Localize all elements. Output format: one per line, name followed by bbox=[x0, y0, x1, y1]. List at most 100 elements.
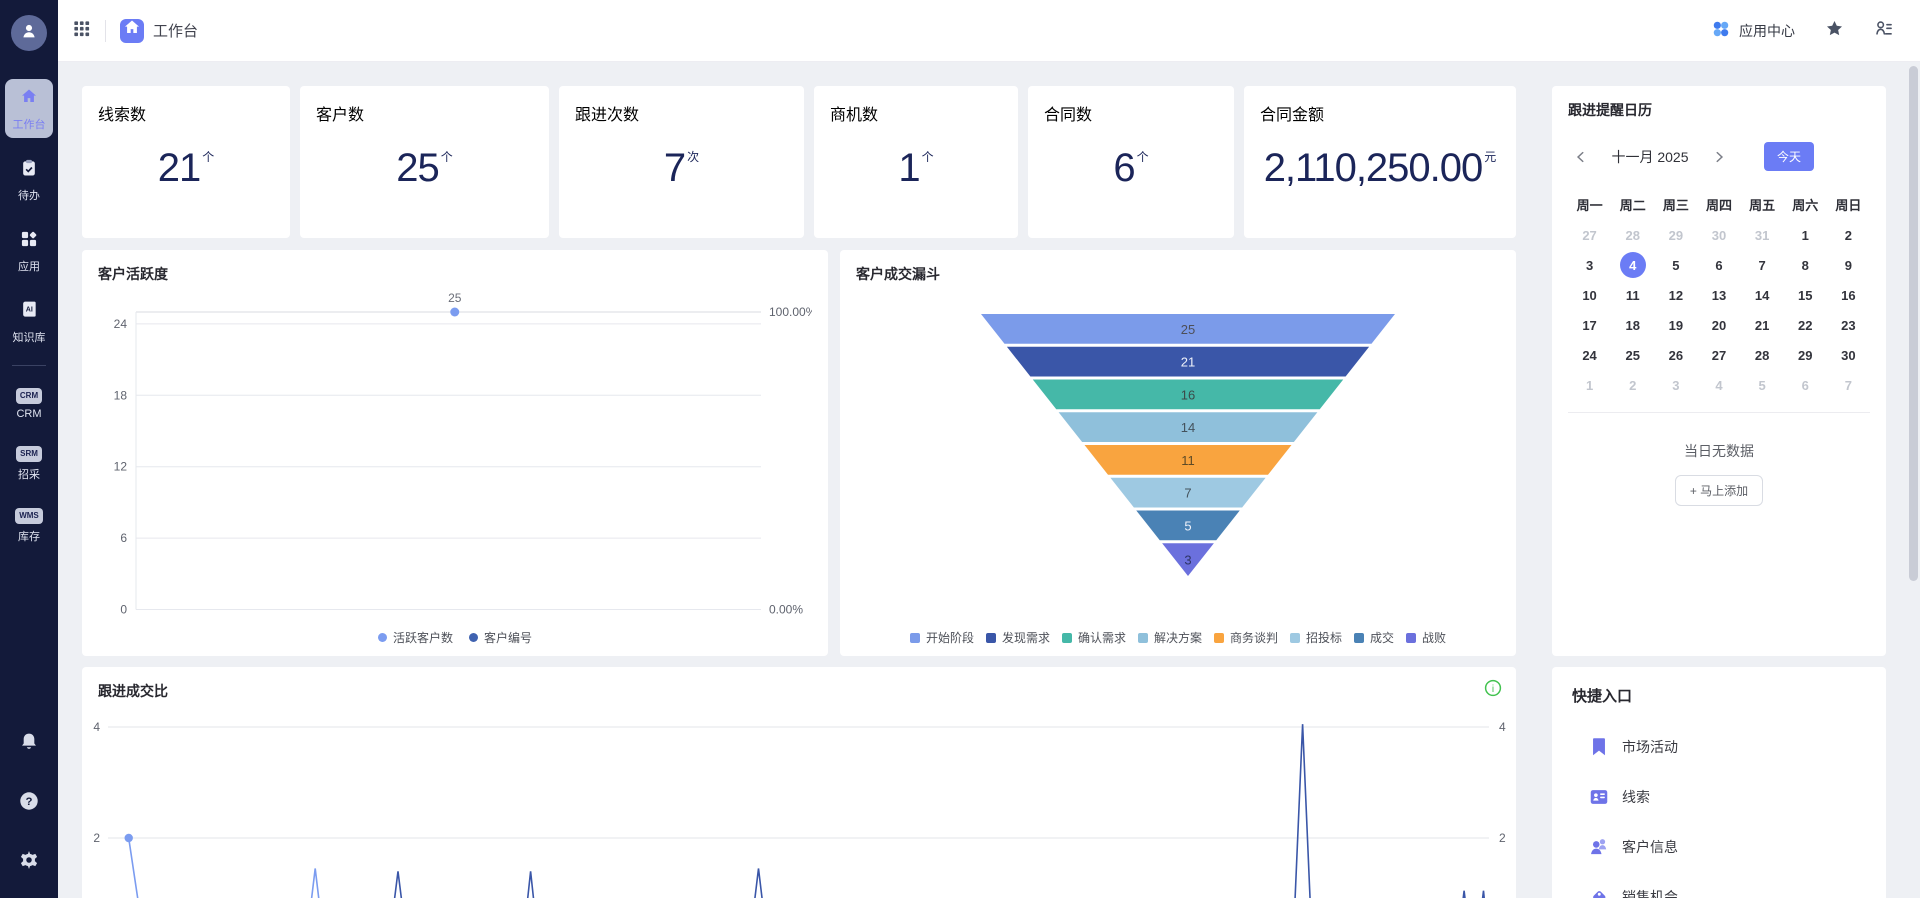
calendar-day[interactable]: 30 bbox=[1697, 220, 1740, 250]
calendar-day[interactable]: 7 bbox=[1741, 250, 1784, 280]
calendar-day[interactable]: 25 bbox=[1611, 340, 1654, 370]
calendar-day[interactable]: 9 bbox=[1827, 250, 1870, 280]
svg-text:100.00%: 100.00% bbox=[769, 305, 812, 319]
legend-item[interactable]: 开始阶段 bbox=[910, 629, 974, 646]
page-title: 工作台 bbox=[153, 20, 198, 41]
bell-icon[interactable] bbox=[18, 731, 40, 758]
workbench-tab[interactable]: 工作台 bbox=[120, 19, 198, 43]
sidebar: 工作台待办应用 AI知识库 CRMCRM SRM招采 WMS库存 ? bbox=[0, 0, 58, 898]
legend-item[interactable]: 活跃客户数 bbox=[378, 629, 453, 646]
calendar-day[interactable]: 10 bbox=[1568, 280, 1611, 310]
calendar-day[interactable]: 4 bbox=[1697, 370, 1740, 400]
calendar-day[interactable]: 28 bbox=[1611, 220, 1654, 250]
svg-text:0: 0 bbox=[120, 603, 127, 617]
app-launcher-button[interactable] bbox=[72, 19, 91, 43]
quick-entry-people[interactable]: 客户信息 bbox=[1572, 822, 1866, 872]
calendar-day[interactable]: 26 bbox=[1654, 340, 1697, 370]
legend-item[interactable]: 解决方案 bbox=[1138, 629, 1202, 646]
sidebar-item-todo[interactable]: 待办 bbox=[5, 150, 53, 209]
calendar-day[interactable]: 5 bbox=[1741, 370, 1784, 400]
sidebar-item-inventory[interactable]: WMS库存 bbox=[5, 500, 53, 550]
app-center-button[interactable]: 应用中心 bbox=[1711, 19, 1795, 42]
svg-text:16: 16 bbox=[1181, 387, 1195, 402]
calendar-day[interactable]: 1 bbox=[1784, 220, 1827, 250]
calendar-day[interactable]: 20 bbox=[1697, 310, 1740, 340]
calendar-day[interactable]: 5 bbox=[1654, 250, 1697, 280]
profile-settings-button[interactable] bbox=[1874, 18, 1894, 43]
calendar-day[interactable]: 31 bbox=[1741, 220, 1784, 250]
calendar-day[interactable]: 7 bbox=[1827, 370, 1870, 400]
stat-label: 线索数 bbox=[98, 101, 274, 125]
avatar[interactable] bbox=[11, 15, 47, 51]
legend-item[interactable]: 商务谈判 bbox=[1214, 629, 1278, 646]
legend-item[interactable]: 客户编号 bbox=[469, 629, 532, 646]
quick-entry-id-card[interactable]: 线索 bbox=[1572, 772, 1866, 822]
calendar-day[interactable]: 27 bbox=[1568, 220, 1611, 250]
calendar-day[interactable]: 6 bbox=[1784, 370, 1827, 400]
sidebar-item-procurement[interactable]: SRM招采 bbox=[5, 438, 53, 488]
calendar-day[interactable]: 23 bbox=[1827, 310, 1870, 340]
calendar-day[interactable]: 21 bbox=[1741, 310, 1784, 340]
legend-item[interactable]: 确认需求 bbox=[1062, 629, 1126, 646]
calendar-day[interactable]: 2 bbox=[1611, 370, 1654, 400]
calendar-day[interactable]: 19 bbox=[1654, 310, 1697, 340]
stat-unit: 个 bbox=[1137, 148, 1149, 165]
calendar-day[interactable]: 8 bbox=[1784, 250, 1827, 280]
deal-funnel-legend: 开始阶段发现需求确认需求解决方案商务谈判招投标成交 战败 bbox=[840, 629, 1516, 646]
stat-card-0: 线索数 21个 bbox=[82, 86, 290, 238]
today-button[interactable]: 今天 bbox=[1764, 142, 1814, 171]
calendar-day[interactable]: 3 bbox=[1568, 250, 1611, 280]
legend-label: 战败 bbox=[1422, 629, 1446, 646]
calendar-day[interactable]: 4 bbox=[1611, 250, 1654, 280]
customer-activity-card: 客户活跃度 24181260100.00%0.00%25 活跃客户数客户编号 bbox=[82, 250, 828, 656]
calendar-day[interactable]: 3 bbox=[1654, 370, 1697, 400]
favorite-button[interactable] bbox=[1825, 19, 1844, 43]
add-reminder-button[interactable]: + 马上添加 bbox=[1675, 475, 1763, 506]
calendar-nav: 十一月 2025 今天 bbox=[1568, 142, 1870, 171]
calendar-day[interactable]: 29 bbox=[1654, 220, 1697, 250]
sidebar-item-workbench[interactable]: 工作台 bbox=[5, 79, 53, 138]
sidebar-item-knowledge-base[interactable]: AI知识库 bbox=[5, 292, 53, 351]
calendar-day[interactable]: 12 bbox=[1654, 280, 1697, 310]
stat-card-5: 合同金额 2,110,250.00元 bbox=[1244, 86, 1516, 238]
calendar-day[interactable]: 11 bbox=[1611, 280, 1654, 310]
calendar-day[interactable]: 27 bbox=[1697, 340, 1740, 370]
calendar-day[interactable]: 24 bbox=[1568, 340, 1611, 370]
calendar-day[interactable]: 13 bbox=[1697, 280, 1740, 310]
legend-item[interactable]: 战败 bbox=[1406, 629, 1446, 646]
legend-item[interactable]: 招投标 bbox=[1290, 629, 1342, 646]
calendar-day[interactable]: 2 bbox=[1827, 220, 1870, 250]
weekday-label: 周四 bbox=[1697, 195, 1740, 214]
help-icon[interactable]: ? bbox=[18, 790, 40, 817]
home-icon bbox=[122, 18, 142, 43]
sidebar-item-crm[interactable]: CRMCRM bbox=[5, 380, 53, 426]
stat-unit: 次 bbox=[687, 148, 699, 165]
svg-text:18: 18 bbox=[114, 388, 128, 402]
calendar-day[interactable]: 1 bbox=[1568, 370, 1611, 400]
quick-entry-bookmark[interactable]: 市场活动 bbox=[1572, 722, 1866, 772]
page-scrollbar[interactable] bbox=[1909, 66, 1918, 581]
calendar-day[interactable]: 30 bbox=[1827, 340, 1870, 370]
calendar-day[interactable]: 18 bbox=[1611, 310, 1654, 340]
svg-text:0.00%: 0.00% bbox=[769, 603, 803, 617]
calendar-day[interactable]: 17 bbox=[1568, 310, 1611, 340]
deal-funnel-card: 客户成交漏斗 2521161411753 开始阶段发现需求确认需求解决方案商务谈… bbox=[840, 250, 1516, 656]
svg-text:2: 2 bbox=[93, 831, 100, 845]
sidebar-nav: 工作台待办应用 AI知识库 CRMCRM SRM招采 WMS库存 bbox=[0, 79, 58, 562]
calendar-day[interactable]: 15 bbox=[1784, 280, 1827, 310]
svg-text:21: 21 bbox=[1181, 355, 1195, 370]
calendar-day[interactable]: 6 bbox=[1697, 250, 1740, 280]
calendar-day[interactable]: 29 bbox=[1784, 340, 1827, 370]
calendar-day[interactable]: 16 bbox=[1827, 280, 1870, 310]
calendar-prev-button[interactable] bbox=[1572, 148, 1590, 166]
svg-text:AI: AI bbox=[26, 306, 33, 314]
calendar-day[interactable]: 28 bbox=[1741, 340, 1784, 370]
calendar-day[interactable]: 14 bbox=[1741, 280, 1784, 310]
legend-item[interactable]: 发现需求 bbox=[986, 629, 1050, 646]
calendar-day[interactable]: 22 bbox=[1784, 310, 1827, 340]
calendar-next-button[interactable] bbox=[1710, 148, 1728, 166]
sidebar-item-apps[interactable]: 应用 bbox=[5, 221, 53, 280]
quick-entry-tag[interactable]: 销售机会 bbox=[1572, 872, 1866, 898]
gear-icon[interactable] bbox=[18, 849, 40, 876]
legend-item[interactable]: 成交 bbox=[1354, 629, 1394, 646]
